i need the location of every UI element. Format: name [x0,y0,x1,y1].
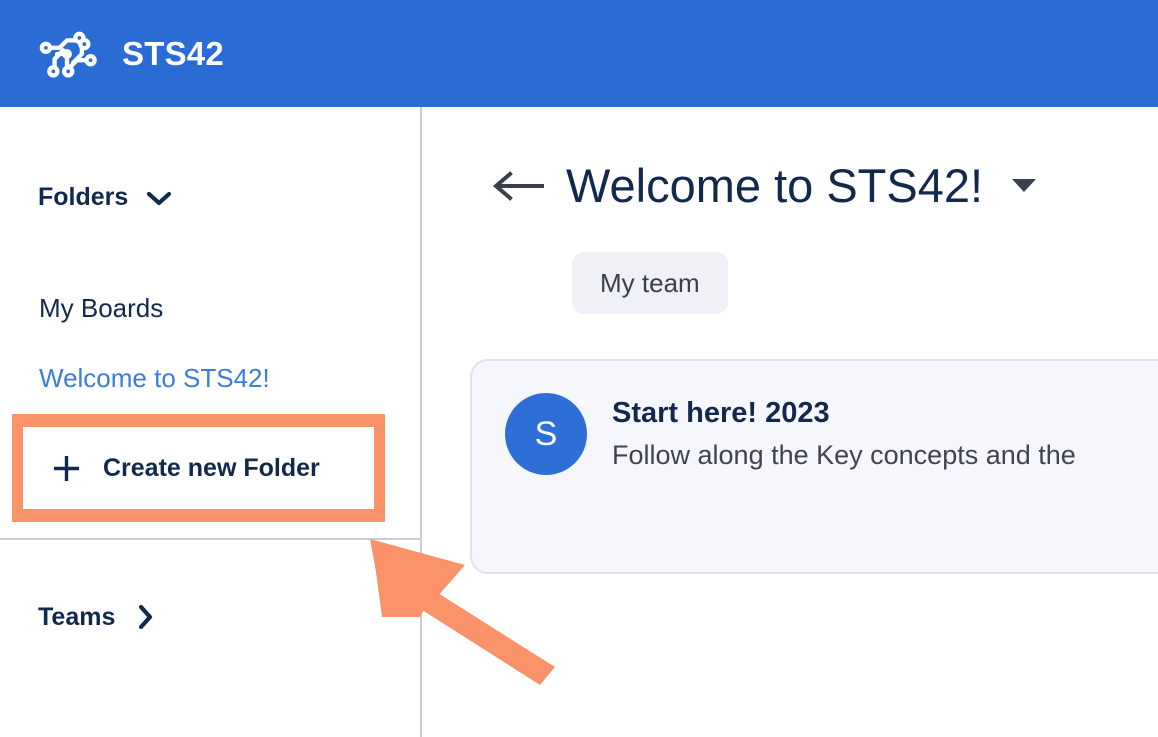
create-folder-highlight-box: Create new Folder [12,414,385,522]
sidebar: Folders My Boards Welcome to STS42! Crea… [0,107,422,737]
card-text-block: Start here! 2023 Follow along the Key co… [612,393,1076,472]
page-title: Welcome to STS42! [566,159,984,212]
board-card[interactable]: S Start here! 2023 Follow along the Key … [470,359,1158,574]
card-description: Follow along the Key concepts and the [612,440,1076,471]
teams-label: Teams [38,602,116,631]
my-boards-label: My Boards [39,293,164,323]
avatar: S [505,393,587,475]
brand-name: STS42 [122,35,224,72]
sidebar-folders-section: Folders My Boards Welcome to STS42! Crea… [0,107,420,540]
chevron-down-icon[interactable] [146,190,172,206]
main-content: Welcome to STS42! My team S Start here! … [424,107,1158,737]
create-new-folder-label: Create new Folder [103,453,320,482]
folders-label: Folders [38,183,129,211]
sidebar-section-teams[interactable]: Teams [38,604,153,630]
app-window: STS42 Folders My Boards Welcome to STS42… [0,0,1158,737]
plus-icon [54,455,79,481]
back-arrow-icon[interactable] [492,170,544,202]
card-title: Start here! 2023 [612,397,830,429]
sidebar-board-link[interactable]: Welcome to STS42! [39,365,270,391]
sidebar-section-folders[interactable]: Folders [38,185,172,210]
create-new-folder-button[interactable]: Create new Folder [23,427,374,509]
team-chip[interactable]: My team [572,252,728,314]
circuit-nodes-logo-icon [39,31,97,78]
chevron-right-icon[interactable] [137,604,153,630]
caret-down-icon[interactable] [1011,178,1037,193]
top-header-bar: STS42 [0,0,1158,107]
board-header: Welcome to STS42! [492,162,1037,209]
